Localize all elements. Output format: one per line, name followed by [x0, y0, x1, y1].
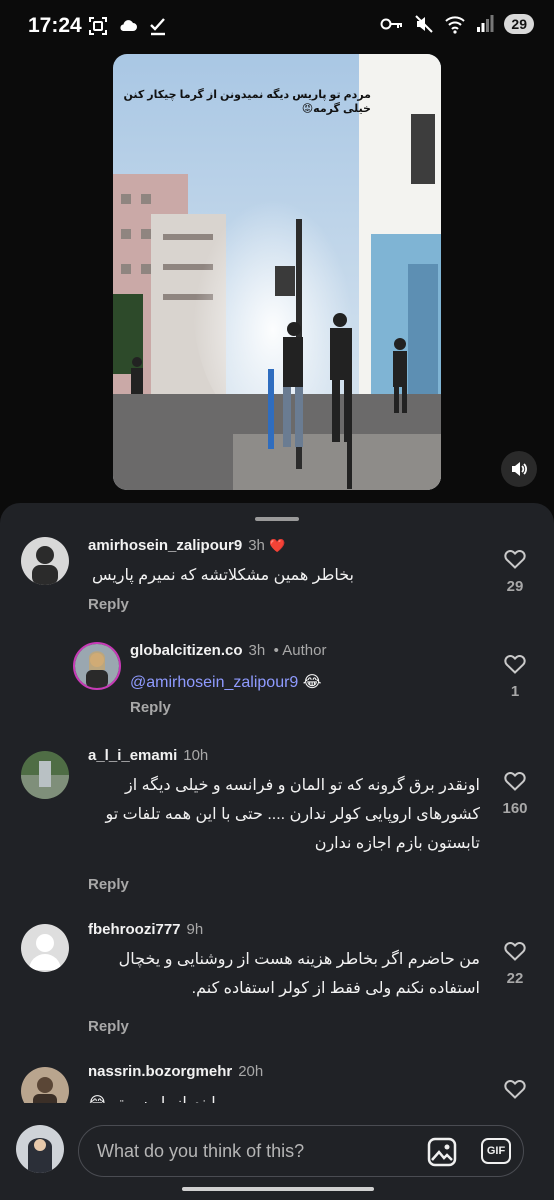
video-caption: مردم تو پاریس دیگه نمیدونن از گرما چیکار…	[123, 89, 371, 115]
avatar[interactable]	[73, 642, 121, 690]
wifi-icon	[445, 16, 466, 34]
comment-item: fbehroozi777 9h من حاضرم اگر بخاطر هزینه …	[0, 921, 554, 1041]
like-button[interactable]: 160	[498, 771, 532, 817]
comment-input-placeholder: What do you think of this?	[97, 1141, 305, 1161]
video-thumbnail	[113, 54, 441, 490]
heart-icon	[504, 1080, 526, 1099]
comment-composer: What do you think of this? GIF	[0, 1104, 554, 1200]
avatar[interactable]	[21, 537, 69, 585]
avatar[interactable]	[21, 751, 69, 799]
reply-button[interactable]: Reply	[88, 1018, 129, 1035]
comments-sheet: amirhosein_zalipour9 3h ❤️ بخاطر همین مشک…	[0, 503, 554, 1200]
mention-link[interactable]: @amirhosein_zalipour9	[130, 674, 298, 691]
heart-icon	[504, 942, 526, 961]
comment-badge: ❤️	[269, 538, 286, 553]
video-player[interactable]: مردم تو پاریس دیگه نمیدونن از گرما چیکار…	[113, 54, 441, 490]
mute-toggle-button[interactable]	[501, 451, 537, 487]
comment-text: 😂 اینم از پاریس تو	[88, 1089, 480, 1103]
like-button[interactable]	[498, 1079, 532, 1103]
speaker-icon	[512, 462, 527, 476]
comment-time: 20h	[238, 1063, 264, 1080]
comment-time: 10h	[183, 747, 209, 764]
comment-username[interactable]: a_l_i_emami	[88, 747, 177, 764]
comment-text: اونقدر برق گرونه که تو المان و فرانسه و …	[105, 777, 480, 852]
reply-button[interactable]: Reply	[88, 596, 129, 613]
comment-username[interactable]: fbehroozi777	[88, 921, 181, 938]
like-button[interactable]: 1	[498, 654, 532, 700]
like-count: 29	[506, 578, 524, 595]
comment-text: @amirhosein_zalipour9 😂	[130, 672, 321, 692]
heart-icon	[504, 655, 526, 674]
comment-item: amirhosein_zalipour9 3h ❤️ بخاطر همین مشک…	[0, 537, 554, 637]
comment-input[interactable]: What do you think of this? GIF	[78, 1125, 524, 1177]
avatar[interactable]	[21, 924, 69, 972]
comment-text: بخاطر همین مشکلاتشه که نمیرم پاریس	[91, 567, 354, 584]
comment-time: 3h	[248, 642, 266, 659]
battery-indicator: 29	[504, 14, 534, 34]
like-count: 1	[510, 683, 520, 700]
comment-emoji: 😂	[298, 674, 322, 691]
heart-icon	[504, 772, 526, 791]
avatar[interactable]	[21, 1067, 69, 1103]
reply-comment-item: globalcitizen.co 3h • Author @amirhosein_…	[0, 642, 554, 742]
drag-handle[interactable]	[255, 517, 299, 521]
comment-item: nassrin.bozorgmehr 20h 😂 اینم از پاریس تو	[0, 1063, 554, 1103]
comment-time: 9h	[186, 921, 204, 938]
status-time: 17:24	[28, 14, 82, 37]
status-bar: 17:24 29	[0, 0, 554, 56]
gif-button[interactable]: GIF	[481, 1138, 511, 1164]
screenshot-icon	[89, 17, 107, 35]
comment-username[interactable]: globalcitizen.co	[130, 642, 243, 659]
comment-text: من حاضرم اگر بخاطر هزینه هست از روشنایی …	[118, 951, 480, 997]
like-count: 22	[506, 970, 524, 987]
like-count: 160	[502, 800, 528, 817]
comment-time: 3h	[248, 537, 265, 554]
video-area[interactable]: مردم تو پاریس دیگه نمیدونن از گرما چیکار…	[0, 54, 554, 502]
current-user-avatar	[16, 1125, 64, 1173]
comments-list[interactable]: amirhosein_zalipour9 3h ❤️ بخاطر همین مشک…	[0, 529, 554, 1103]
like-button[interactable]: 29	[498, 549, 532, 595]
home-indicator[interactable]	[182, 1187, 374, 1191]
reply-button[interactable]: Reply	[130, 699, 171, 716]
signal-icon	[477, 15, 494, 32]
comment-username[interactable]: nassrin.bozorgmehr	[88, 1063, 232, 1080]
key-icon	[380, 18, 403, 30]
author-label: • Author	[273, 642, 327, 659]
gallery-icon[interactable]	[427, 1137, 457, 1167]
comment-username[interactable]: amirhosein_zalipour9	[88, 537, 242, 554]
heart-icon	[504, 550, 526, 569]
like-button[interactable]: 22	[498, 941, 532, 987]
cloud-icon	[120, 20, 137, 31]
comment-item: a_l_i_emami 10h اونقدر برق گرونه که تو ال…	[0, 747, 554, 907]
mute-icon	[415, 15, 434, 33]
reply-button[interactable]: Reply	[88, 876, 129, 893]
check-download-icon	[150, 18, 165, 36]
